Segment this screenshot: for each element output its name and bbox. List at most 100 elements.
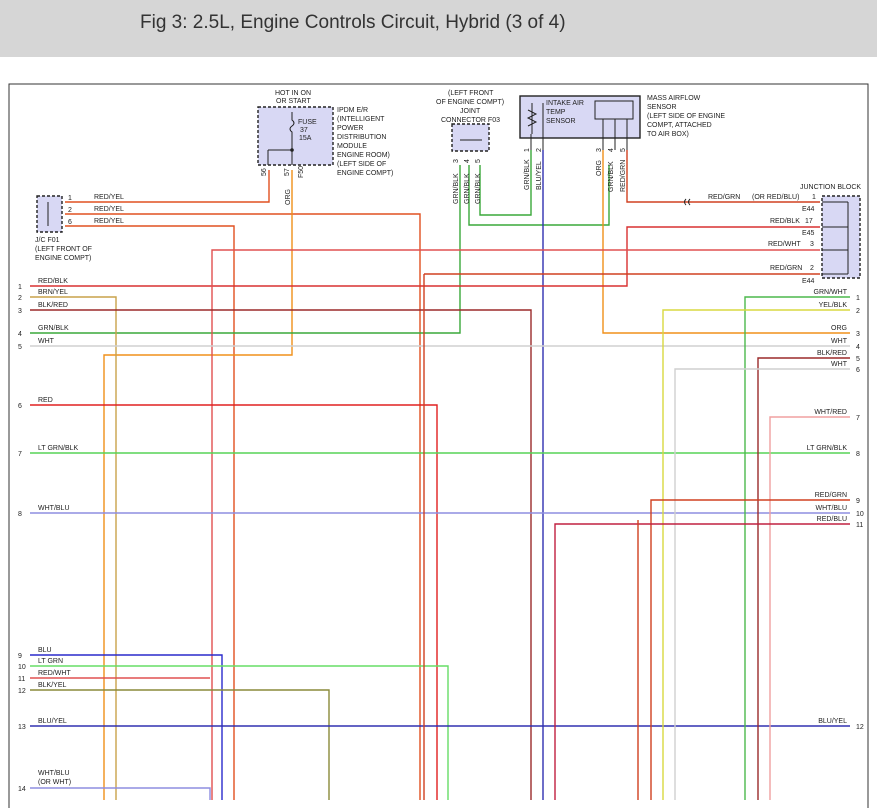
joint-f03-wire-4: GRN/BLK	[464, 173, 471, 204]
right-line-num: 5	[856, 356, 860, 363]
ipdm-fuse-2: 37	[300, 127, 308, 134]
right-line-label: WHT	[831, 361, 848, 368]
maf-inner-1: TEMP	[546, 109, 566, 116]
jb-wire-1-alt: (OR RED/BLU)	[752, 194, 799, 201]
maf-label-1: SENSOR	[647, 104, 677, 111]
jc-f01-wire-1: RED/YEL	[94, 194, 124, 201]
ipdm-pin-57: 57	[284, 168, 291, 176]
maf-wire-5: RED/GRN	[620, 160, 627, 192]
ipdm-desc-0: IPDM E/R	[337, 107, 368, 114]
joint-f03-pin-3: 3	[453, 159, 460, 163]
maf-wire-3: ORG	[596, 160, 603, 176]
left-line-label: WHT/BLU	[38, 505, 70, 512]
jc-f01-box	[36, 195, 63, 233]
junction-block-box	[821, 195, 861, 279]
ipdm-desc-7: ENGINE COMPT)	[337, 170, 393, 177]
right-line-num: 9	[856, 498, 860, 505]
joint-f03-label-1: OF ENGINE COMPT)	[436, 99, 504, 106]
right-line-label: GRN/WHT	[814, 289, 848, 296]
right-line-label: WHT	[831, 338, 848, 345]
joint-f03-box	[451, 123, 490, 152]
wire-f03-3	[30, 165, 461, 334]
maf-label-4: TO AIR BOX)	[647, 131, 689, 138]
joint-f03-label-0: (LEFT FRONT	[448, 90, 494, 97]
left-line-num: 10	[18, 664, 26, 671]
joint-f03-label-2: JOINT	[460, 108, 481, 115]
maf-label-3: COMPT, ATTACHED	[647, 122, 712, 129]
jb-pin-1: 1	[812, 194, 816, 201]
left-line-num: 2	[18, 295, 22, 302]
right-line-num: 11	[856, 522, 863, 529]
right-line-label: WHT/BLU	[816, 505, 848, 512]
jb-wire-17: RED/BLK	[770, 218, 800, 225]
joint-f03-pin-5: 5	[475, 159, 482, 163]
left-line-label: BLU/YEL	[38, 718, 67, 725]
ipdm-desc-3: DISTRIBUTION	[337, 134, 386, 141]
left-line-num: 4	[18, 331, 22, 338]
left-line-label: LT GRN	[38, 658, 63, 665]
junction-block-label: JUNCTION BLOCK	[800, 184, 861, 191]
wires	[30, 150, 850, 800]
ipdm-fuse-3: 15A	[299, 135, 312, 142]
left-line-label: RED/WHT	[38, 670, 71, 677]
left-line-num: 9	[18, 653, 22, 660]
left-line-label: RED	[38, 397, 53, 404]
ipdm-desc-1: (INTELLIGENT	[337, 116, 385, 123]
right-line-label: ORG	[831, 325, 847, 332]
maf-label-0: MASS AIRFLOW	[647, 95, 701, 102]
wire-right-9	[650, 499, 850, 800]
right-line-num: 2	[856, 308, 860, 315]
jc-f01-label-2: ENGINE COMPT)	[35, 255, 91, 262]
jb-conn-1: E44	[802, 206, 815, 213]
ipdm-desc-2: POWER	[337, 125, 363, 132]
wire-left-12	[30, 689, 330, 800]
wire-right-7	[769, 416, 850, 800]
jc-f01-label-1: (LEFT FRONT OF	[35, 246, 92, 253]
maf-wire-2: BLU/YEL	[536, 161, 543, 190]
left-line-label: BRN/YEL	[38, 289, 68, 296]
right-line-label: BLK/RED	[817, 350, 847, 357]
left-line-num: 7	[18, 451, 22, 458]
right-line-labels: 1 GRN/WHT 2 YEL/BLK 3 ORG 4 WHT 5 BLK/RED 6 WHT 7 WHT…	[807, 289, 864, 731]
left-line-num: 14	[18, 786, 26, 793]
left-line-label: BLK/YEL	[38, 682, 67, 689]
ipdm-hot-1: HOT IN ON	[275, 90, 311, 97]
jc-f01-pin-6: 6	[68, 219, 72, 226]
right-line-num: 6	[856, 367, 860, 374]
maf-pin-2: 2	[536, 148, 543, 152]
jb-pin-2: 2	[810, 265, 814, 272]
ipdm-connector: F50	[298, 166, 305, 178]
wire-jc-2	[65, 213, 421, 800]
maf-pin-5: 5	[620, 148, 627, 152]
jb-wire-1: RED/GRN	[708, 194, 740, 201]
ipdm-fuse-1: FUSE	[298, 119, 317, 126]
jb-pin-3: 3	[810, 241, 814, 248]
left-line-num: 1	[18, 284, 22, 291]
right-line-label: RED/BLU	[817, 516, 847, 523]
left-line-num: 11	[18, 676, 25, 683]
left-line-label: GRN/BLK	[38, 325, 69, 332]
right-line-label: YEL/BLK	[819, 302, 848, 309]
ipdm-node	[290, 148, 294, 152]
ipdm-hot-2: OR START	[276, 98, 311, 105]
wire-left-14	[30, 787, 211, 800]
right-line-num: 12	[856, 724, 864, 731]
wire-left-10	[30, 665, 449, 800]
left-line-label: BLK/RED	[38, 302, 68, 309]
jb-wire-3: RED/WHT	[768, 241, 801, 248]
left-line-num: 6	[18, 403, 22, 410]
jb-pin-17: 17	[805, 218, 813, 225]
left-line-label: WHT	[38, 338, 55, 345]
joint-f03-wire-3: GRN/BLK	[453, 173, 460, 204]
left-line-labels: 1 RED/BLK 2 BRN/YEL 3 BLK/RED 4 GRN/BLK 5 WHT 6 RED…	[18, 278, 79, 793]
jb-conn-2: E45	[802, 230, 815, 237]
jc-f01-pin-2: 2	[68, 207, 72, 214]
left-line-label: BLU	[38, 647, 52, 654]
left-line-num: 3	[18, 308, 22, 315]
left-line-num: 5	[18, 344, 22, 351]
jb-conn-3: E44	[802, 278, 815, 285]
wire-right-11	[554, 523, 850, 800]
left-line-num: 13	[18, 724, 26, 731]
left-line-num: 8	[18, 511, 22, 518]
maf-wire-4: GRN/BLK	[608, 161, 615, 192]
